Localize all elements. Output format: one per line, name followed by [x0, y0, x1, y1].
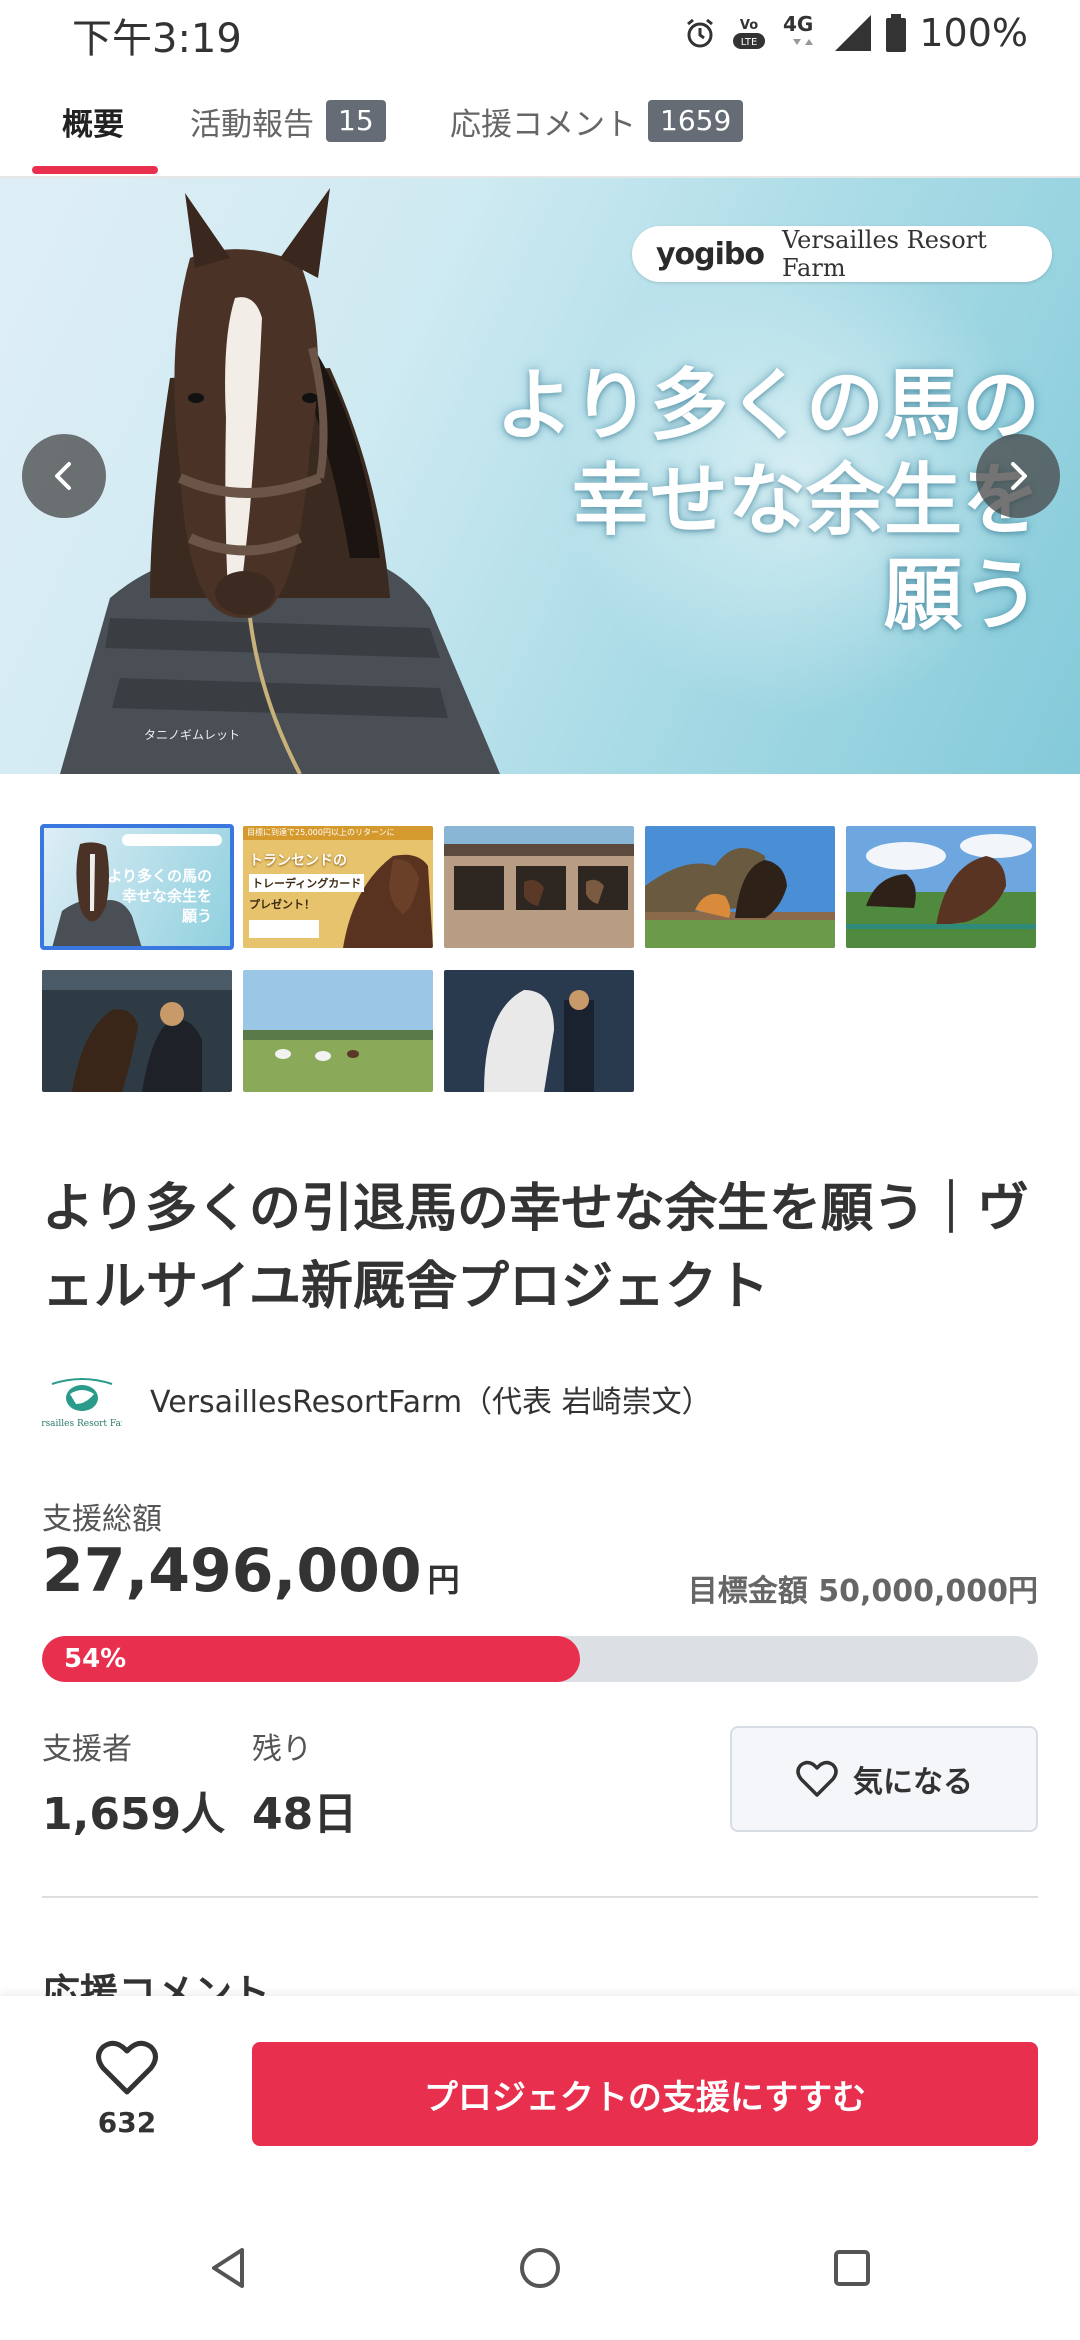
svg-text:より多くの馬の: より多くの馬の: [107, 867, 212, 885]
heart-icon: [96, 2040, 158, 2095]
goal-amount: 目標金額 50,000,000円: [687, 1574, 1038, 1609]
status-time: 下午3:19: [72, 16, 242, 62]
thumbnail-8[interactable]: [444, 970, 634, 1092]
heart-outline-icon: [796, 1760, 838, 1797]
supporters-label: 支援者: [42, 1732, 132, 1767]
svg-text:4G: 4G: [783, 12, 813, 36]
thumbnail-4-image: [645, 826, 835, 948]
thumbnail-8-image: [444, 970, 634, 1092]
signal-icon: [835, 15, 872, 51]
tab-support-comments-badge: 1659: [648, 99, 744, 143]
nav-recents-button[interactable]: [820, 2236, 884, 2300]
thumbnail-7[interactable]: [243, 970, 433, 1092]
thumbnail-3-image: [444, 826, 634, 948]
tab-overview-label: 概要: [62, 106, 124, 143]
support-project-button[interactable]: プロジェクトの支援にすすむ: [252, 2042, 1038, 2146]
remaining-value: 48日: [252, 1789, 358, 1840]
total-amount-label: 支援総額: [42, 1502, 162, 1537]
thumbnail-2[interactable]: トランセンドの トレーディングカード プレゼント！ 目標に到達で25,000円以…: [243, 826, 433, 948]
thumbnail-6[interactable]: [42, 970, 232, 1092]
thumbnail-7-image: [243, 970, 433, 1092]
thumbnail-1-image: より多くの馬の 幸せな余生を 願う: [52, 834, 222, 948]
tab-overview[interactable]: 概要: [62, 84, 124, 158]
tab-activity-reports-label: 活動報告: [190, 106, 314, 143]
thumbnail-2-sub: トレーディングカード: [249, 874, 365, 892]
owner-logo: Versailles Resort Farm: [42, 1378, 122, 1429]
nav-back-button[interactable]: [196, 2236, 260, 2300]
status-bar: 下午3:19 Vo LTE 4G 100%: [0, 0, 1080, 66]
svg-text:願う: 願う: [182, 907, 212, 925]
carousel-prev-button[interactable]: [22, 434, 106, 518]
thumbnail-5[interactable]: [846, 826, 1036, 948]
battery-percent: 100%: [919, 11, 1028, 55]
hero-carousel[interactable]: yogibo Versailles Resort Farm より多くの馬の 幸せ…: [0, 178, 1080, 774]
thumbnail-4[interactable]: [645, 826, 835, 948]
supporters-stat: 支援者 1,659人: [42, 1724, 225, 1842]
nav-home-button[interactable]: [508, 2236, 572, 2300]
alarm-icon: [687, 18, 714, 48]
like-button[interactable]: 632: [82, 2038, 172, 2139]
remaining-label: 残り: [252, 1732, 312, 1767]
thumbnail-6-image: [42, 970, 232, 1092]
tab-activity-reports-badge: 15: [326, 99, 386, 143]
like-count: 632: [97, 2106, 157, 2139]
funding-progress-fill: 54%: [42, 1636, 580, 1682]
hero-brand-farm: Versailles Resort Farm: [782, 226, 987, 282]
tab-activity-reports[interactable]: 活動報告 15: [190, 84, 386, 158]
chevron-left-icon: [55, 462, 71, 490]
back-triangle-icon: [212, 2248, 244, 2288]
funding-progress-bar: 54%: [42, 1636, 1038, 1682]
network-4g-icon: 4G: [783, 12, 814, 45]
supporters-value: 1,659人: [42, 1789, 226, 1840]
bottom-action-bar: 632 プロジェクトの支援にすすむ: [0, 1996, 1080, 2196]
active-tab-indicator: [32, 166, 158, 174]
owner-name: VersaillesResortFarm（代表 岩崎崇文）: [150, 1385, 712, 1420]
total-amount: 27,496,000 円: [42, 1536, 460, 1606]
tab-bar: 概要 活動報告 15 応援コメント 1659: [0, 66, 1080, 178]
svg-text:Vo: Vo: [740, 18, 758, 33]
hero-brand-pill: yogibo Versailles Resort Farm: [632, 226, 1052, 282]
svg-text:幸せな余生を: 幸せな余生を: [122, 887, 212, 905]
system-nav-bar: [0, 2196, 1080, 2340]
funding-progress-label: 54%: [64, 1644, 127, 1674]
yogibo-logo: yogibo: [656, 236, 765, 272]
thumbnail-2-badge: プレゼント！: [249, 898, 315, 911]
chevron-right-icon: [1011, 462, 1027, 490]
owner-row[interactable]: Versailles Resort Farm VersaillesResortF…: [42, 1364, 712, 1434]
owner-logo-text: Versailles Resort Farm: [42, 1419, 122, 1429]
svg-text:LTE: LTE: [741, 37, 758, 48]
section-divider: [42, 1896, 1038, 1898]
thumbnail-3[interactable]: [444, 826, 634, 948]
watch-button-label: 気になる: [853, 1765, 973, 1800]
battery-icon: [886, 14, 907, 52]
recents-square-icon: [834, 2250, 870, 2286]
home-circle-icon: [520, 2248, 560, 2288]
thumbnail-2-banner: 目標に到達で25,000円以上のリターンに: [247, 828, 395, 837]
total-amount-value: 27,496,000: [42, 1536, 422, 1606]
carousel-next-button[interactable]: [976, 434, 1060, 518]
volte-icon: Vo LTE: [733, 18, 766, 49]
watch-button[interactable]: 気になる: [730, 1726, 1038, 1832]
tab-support-comments[interactable]: 応援コメント 1659: [450, 84, 744, 158]
total-amount-unit: 円: [427, 1561, 460, 1599]
thumbnail-2-headline: トランセンドの: [249, 853, 347, 869]
project-title: より多くの引退馬の幸せな余生を願う｜ヴェルサイユ新厩舎プロジェクト: [42, 1179, 1029, 1317]
hero-headline: より多くの馬の 幸せな余生を 願う: [495, 360, 1040, 642]
status-icons: Vo LTE 4G 100%: [683, 8, 1028, 58]
remaining-stat: 残り 48日: [252, 1724, 357, 1842]
thumbnail-5-image: [846, 826, 1036, 948]
hero-caption: タニノギムレット: [144, 728, 241, 742]
tab-support-comments-label: 応援コメント: [450, 106, 636, 143]
thumbnail-1[interactable]: より多くの馬の 幸せな余生を 願う: [40, 824, 234, 950]
